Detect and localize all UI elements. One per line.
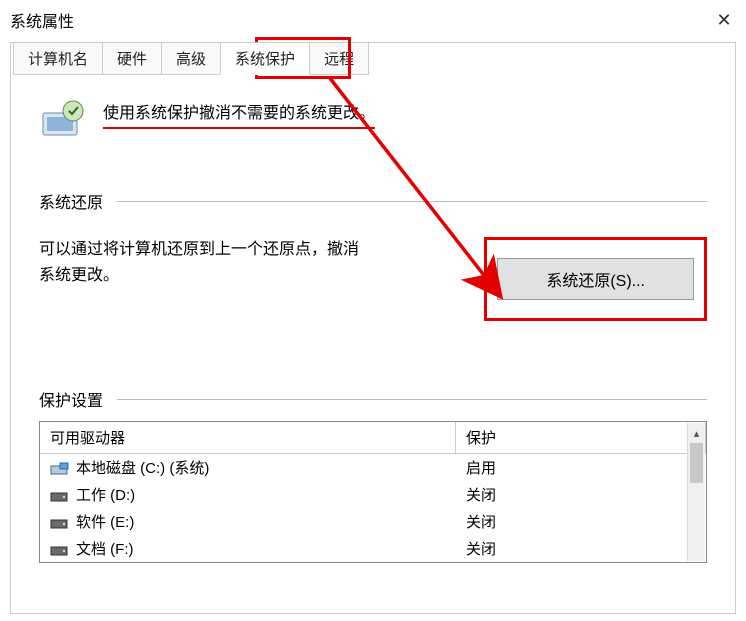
drive-name-cell: 本地磁盘 (C:) (系统) [40, 454, 456, 481]
drive-status-cell: 启用 [456, 454, 706, 481]
drive-icon [50, 516, 70, 530]
header-protection[interactable]: 保护 [456, 422, 706, 454]
scroll-thumb[interactable] [690, 443, 703, 483]
table-row[interactable]: 文档 (F:) 关闭 [40, 535, 706, 562]
restore-button-highlight: 系统还原(S)... [484, 237, 707, 321]
drive-status-cell: 关闭 [456, 481, 706, 508]
system-drive-icon [50, 462, 70, 476]
header-available-drives[interactable]: 可用驱动器 [40, 422, 456, 454]
drive-icon [50, 489, 70, 503]
drive-icon [50, 543, 70, 557]
drive-name-cell: 文档 (F:) [40, 535, 456, 562]
drive-name-cell: 工作 (D:) [40, 481, 456, 508]
restore-description: 可以通过将计算机还原到上一个还原点，撤消系统更改。 [39, 237, 369, 288]
tab-hardware[interactable]: 硬件 [102, 42, 162, 75]
main-panel: 计算机名 硬件 高级 系统保护 远程 使用系统保护撤消不需要的系统更改。 系统还… [10, 42, 736, 614]
section-protection-title: 保护设置 [39, 387, 103, 411]
drives-header: 可用驱动器 保护 [40, 422, 706, 454]
table-row[interactable]: 本地磁盘 (C:) (系统) 启用 [40, 454, 706, 481]
tabs: 计算机名 硬件 高级 系统保护 远程 [13, 42, 368, 75]
table-row[interactable]: 工作 (D:) 关闭 [40, 481, 706, 508]
window-title: 系统属性 [10, 8, 74, 32]
drive-name: 本地磁盘 (C:) (系统) [76, 460, 209, 477]
section-restore-title: 系统还原 [39, 189, 103, 213]
description-text: 使用系统保护撤消不需要的系统更改。 [103, 99, 375, 129]
drive-status-cell: 关闭 [456, 535, 706, 562]
close-icon[interactable]: ✕ [712, 8, 736, 32]
divider [117, 201, 707, 202]
shield-icon [39, 99, 87, 139]
tab-advanced[interactable]: 高级 [161, 42, 221, 75]
tab-remote[interactable]: 远程 [309, 42, 369, 75]
drive-name: 文档 (F:) [76, 541, 134, 558]
section-restore-header: 系统还原 [39, 189, 707, 213]
drive-name-cell: 软件 (E:) [40, 508, 456, 535]
drives-table: 可用驱动器 保护 本地磁盘 (C:) (系统)启用工作 (D:)关闭软件 (E:… [39, 421, 707, 563]
tab-computer-name[interactable]: 计算机名 [13, 42, 103, 75]
scrollbar[interactable]: ▴ [687, 423, 705, 561]
drive-status-cell: 关闭 [456, 508, 706, 535]
system-restore-button[interactable]: 系统还原(S)... [497, 258, 694, 300]
tab-system-protection[interactable]: 系统保护 [220, 42, 310, 75]
scroll-up-icon[interactable]: ▴ [688, 423, 705, 443]
drive-name: 软件 (E:) [76, 514, 134, 531]
description-row: 使用系统保护撤消不需要的系统更改。 [39, 99, 707, 139]
drive-name: 工作 (D:) [76, 487, 135, 504]
divider [117, 399, 707, 400]
table-row[interactable]: 软件 (E:) 关闭 [40, 508, 706, 535]
section-protection-header: 保护设置 [39, 387, 707, 411]
drives-body: 本地磁盘 (C:) (系统)启用工作 (D:)关闭软件 (E:)关闭文档 (F:… [40, 454, 706, 562]
